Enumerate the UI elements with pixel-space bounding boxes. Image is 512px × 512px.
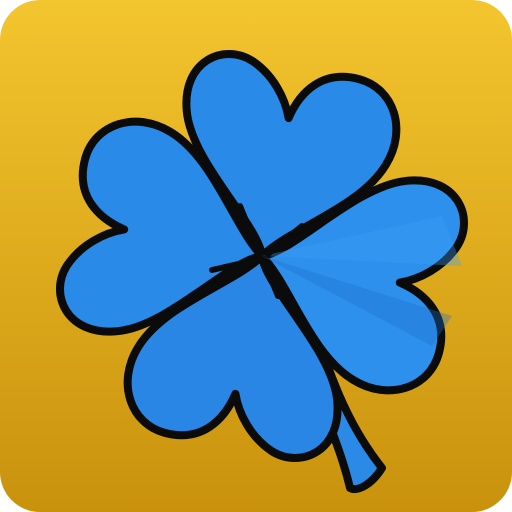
app-icon-tile[interactable] <box>0 0 512 512</box>
four-leaf-clover-icon <box>0 0 512 512</box>
